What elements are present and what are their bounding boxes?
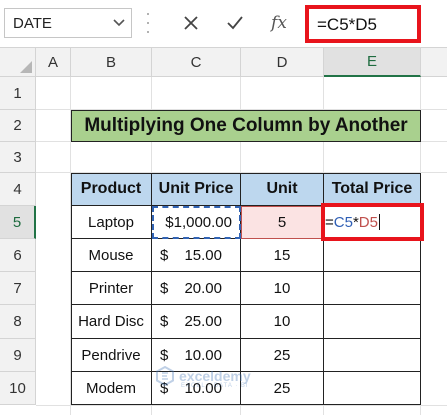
row-header-5[interactable]: 5: [0, 206, 36, 239]
header-unit[interactable]: Unit: [241, 173, 324, 206]
check-icon: [227, 16, 243, 30]
column-header-e[interactable]: E: [324, 48, 421, 77]
product-cell[interactable]: Hard Disc: [71, 305, 152, 339]
unit-price-cell[interactable]: $ 25.00: [152, 305, 241, 339]
sheet-title[interactable]: Multiplying One Column by Another: [71, 110, 421, 142]
unit-price-cell[interactable]: $ 15.00: [152, 239, 241, 272]
watermark-tagline: EXCEL · DATA · BI: [181, 383, 249, 389]
row-header-7[interactable]: 7: [0, 272, 36, 305]
select-all-button[interactable]: [0, 48, 36, 77]
product-cell[interactable]: Modem: [71, 372, 152, 405]
header-unit-price[interactable]: Unit Price: [152, 173, 241, 206]
total-price-cell[interactable]: [324, 239, 421, 272]
row-header-10[interactable]: 10: [0, 372, 36, 405]
formula-ref-c5: C5: [333, 214, 353, 231]
product-cell[interactable]: Laptop: [71, 206, 152, 239]
row-header-9[interactable]: 9: [0, 339, 36, 372]
formula-input[interactable]: =C5*D5: [305, 5, 421, 43]
row-header-6[interactable]: 6: [0, 239, 36, 272]
price-value: $1,000.00: [165, 213, 232, 231]
total-price-cell[interactable]: [324, 272, 421, 305]
column-header-b[interactable]: B: [71, 48, 152, 77]
price-value: 15.00: [184, 246, 222, 264]
currency-symbol: $: [160, 313, 169, 330]
unit-cell[interactable]: 25: [241, 372, 324, 405]
unit-cell[interactable]: 15: [241, 239, 324, 272]
price-value: 25.00: [184, 313, 222, 330]
gridline: [36, 405, 447, 406]
watermark-logo: exceldemy EXCEL · DATA · BI: [155, 366, 251, 389]
formula-equals: =: [325, 214, 334, 231]
column-header-f[interactable]: [421, 48, 447, 77]
unit-cell[interactable]: 5: [241, 206, 324, 239]
formula-ref-d5: D5: [358, 214, 378, 231]
formula-text: =C5*D5: [317, 15, 378, 34]
row-header-4[interactable]: 4: [0, 173, 36, 206]
column-header-a[interactable]: A: [36, 48, 71, 77]
logo-icon: [156, 366, 174, 386]
product-cell[interactable]: Printer: [71, 272, 152, 305]
close-icon: [184, 16, 198, 30]
price-value: 20.00: [184, 279, 222, 297]
currency-symbol: $: [160, 246, 169, 264]
enter-button[interactable]: [222, 11, 248, 35]
chevron-down-icon[interactable]: [111, 12, 127, 34]
row-header-3[interactable]: 3: [0, 142, 36, 173]
row-header-2[interactable]: 2: [0, 110, 36, 142]
row-header-1[interactable]: 1: [0, 77, 36, 110]
column-header-c[interactable]: C: [152, 48, 241, 77]
insert-function-button[interactable]: fx: [266, 11, 292, 35]
text-caret: [378, 214, 380, 230]
total-price-cell[interactable]: [324, 305, 421, 339]
column-header-d[interactable]: D: [241, 48, 324, 77]
header-product[interactable]: Product: [71, 173, 152, 206]
cell-edit-formula[interactable]: =C5*D5: [325, 214, 380, 231]
grip-dots-icon[interactable]: [146, 13, 150, 33]
row-header-8[interactable]: 8: [0, 305, 36, 339]
unit-cell[interactable]: 10: [241, 272, 324, 305]
total-price-cell[interactable]: [324, 339, 421, 372]
unit-cell[interactable]: 10: [241, 305, 324, 339]
unit-price-cell[interactable]: $ 20.00: [152, 272, 241, 305]
currency-symbol: $: [160, 279, 169, 297]
name-box-value: DATE: [13, 15, 52, 32]
currency-symbol: $: [160, 346, 169, 364]
name-box[interactable]: DATE: [4, 8, 132, 38]
product-cell[interactable]: Pendrive: [71, 339, 152, 372]
header-total-price[interactable]: Total Price: [324, 173, 421, 206]
price-value: 10.00: [184, 346, 222, 364]
watermark-name: exceldemy: [179, 368, 251, 384]
unit-price-cell[interactable]: $1,000.00: [152, 206, 241, 239]
total-price-cell[interactable]: [324, 372, 421, 405]
unit-cell[interactable]: 25: [241, 339, 324, 372]
formula-bar-area: DATE fx =C5*D5: [0, 0, 447, 48]
cancel-button[interactable]: [178, 11, 204, 35]
product-cell[interactable]: Mouse: [71, 239, 152, 272]
